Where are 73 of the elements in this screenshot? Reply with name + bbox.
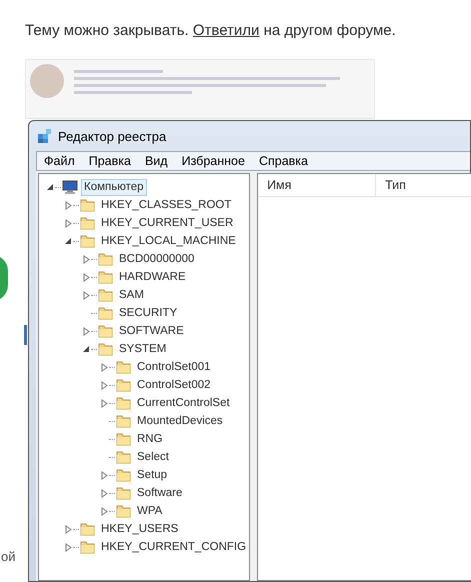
- avatar-placeholder: [30, 64, 64, 98]
- tree-item[interactable]: HKEY_CURRENT_USER: [98, 214, 236, 232]
- tree-item[interactable]: HKEY_CLASSES_ROOT: [98, 196, 234, 214]
- menu-item[interactable]: Справка: [258, 154, 308, 168]
- registry-cubes-icon: [37, 128, 53, 144]
- tree-item[interactable]: HKEY_CURRENT_CONFIG: [98, 538, 250, 556]
- tree-item[interactable]: SYSTEM: [116, 340, 170, 358]
- expanded-arrow-icon[interactable]: [46, 183, 54, 191]
- tree-item[interactable]: RNG: [134, 430, 166, 448]
- tree-item[interactable]: Software: [134, 484, 186, 502]
- folder-icon: [116, 414, 131, 428]
- collapsed-arrow-icon[interactable]: [82, 254, 90, 264]
- computer-icon: [62, 180, 78, 194]
- folder-icon: [116, 450, 131, 464]
- tree-item[interactable]: Select: [134, 448, 172, 466]
- folder-icon: [116, 396, 131, 410]
- collapsed-arrow-icon[interactable]: [82, 326, 90, 336]
- collapsed-arrow-icon[interactable]: [64, 218, 72, 228]
- folder-icon: [80, 522, 95, 536]
- tree-item[interactable]: HARDWARE: [116, 268, 189, 286]
- post-text: Тему можно закрывать. Ответили на другом форуме.: [24, 21, 397, 41]
- collapsed-arrow-icon[interactable]: [64, 542, 72, 552]
- collapsed-arrow-icon[interactable]: [64, 524, 72, 534]
- folder-icon: [80, 540, 95, 554]
- tree-item[interactable]: ControlSet002: [134, 376, 214, 394]
- folder-icon: [98, 342, 113, 356]
- menu-item[interactable]: Вид: [144, 154, 168, 168]
- tree-item[interactable]: HKEY_USERS: [98, 520, 182, 538]
- folder-icon: [98, 306, 113, 320]
- collapsed-arrow-icon[interactable]: [64, 200, 72, 210]
- folder-icon: [116, 486, 131, 500]
- tree-item[interactable]: Компьютер: [81, 178, 147, 196]
- tree-item[interactable]: CurrentControlSet: [134, 394, 233, 412]
- folder-icon: [80, 198, 95, 212]
- tree-item[interactable]: HKEY_LOCAL_MACHINE: [98, 232, 239, 250]
- folder-icon: [116, 432, 131, 446]
- folder-icon: [80, 216, 95, 230]
- tree-item[interactable]: SAM: [116, 286, 147, 304]
- tree-item[interactable]: BCD00000000: [116, 250, 198, 268]
- page-text-fragment: ой: [0, 549, 16, 564]
- menu-item[interactable]: Избранное: [182, 154, 245, 168]
- expanded-arrow-icon[interactable]: [82, 345, 90, 353]
- tree-item[interactable]: ControlSet001: [134, 358, 214, 376]
- button-edge: [24, 325, 27, 345]
- tree-item[interactable]: SOFTWARE: [116, 322, 187, 340]
- tree-item[interactable]: Setup: [134, 466, 170, 484]
- folder-icon: [98, 252, 113, 266]
- collapsed-arrow-icon[interactable]: [82, 290, 90, 300]
- folder-icon: [98, 270, 113, 284]
- forum-link[interactable]: Ответили: [192, 22, 260, 39]
- folder-icon: [98, 324, 113, 338]
- folder-icon: [98, 288, 113, 302]
- tree-item[interactable]: MountedDevices: [134, 412, 226, 430]
- menu-item[interactable]: Файл: [44, 154, 75, 168]
- folder-icon: [116, 504, 131, 518]
- expanded-arrow-icon[interactable]: [64, 237, 72, 245]
- folder-icon: [116, 360, 131, 374]
- collapsed-arrow-icon[interactable]: [100, 380, 108, 390]
- collapsed-arrow-icon[interactable]: [100, 488, 108, 498]
- collapsed-arrow-icon[interactable]: [100, 398, 108, 408]
- column-header[interactable]: Тип: [376, 174, 471, 196]
- menu-item[interactable]: Правка: [88, 154, 131, 168]
- collapsed-arrow-icon[interactable]: [82, 272, 90, 282]
- collapsed-arrow-icon[interactable]: [100, 506, 108, 516]
- collapsed-arrow-icon[interactable]: [100, 470, 108, 480]
- folder-icon: [116, 468, 131, 482]
- tree-item[interactable]: WPA: [134, 502, 166, 520]
- tree-item[interactable]: SECURITY: [116, 304, 180, 322]
- collapsed-arrow-icon[interactable]: [100, 362, 108, 372]
- column-header[interactable]: Имя: [258, 174, 376, 196]
- window-title: Редактор реестра: [58, 128, 166, 144]
- folder-icon: [116, 378, 131, 392]
- folder-icon: [80, 234, 95, 248]
